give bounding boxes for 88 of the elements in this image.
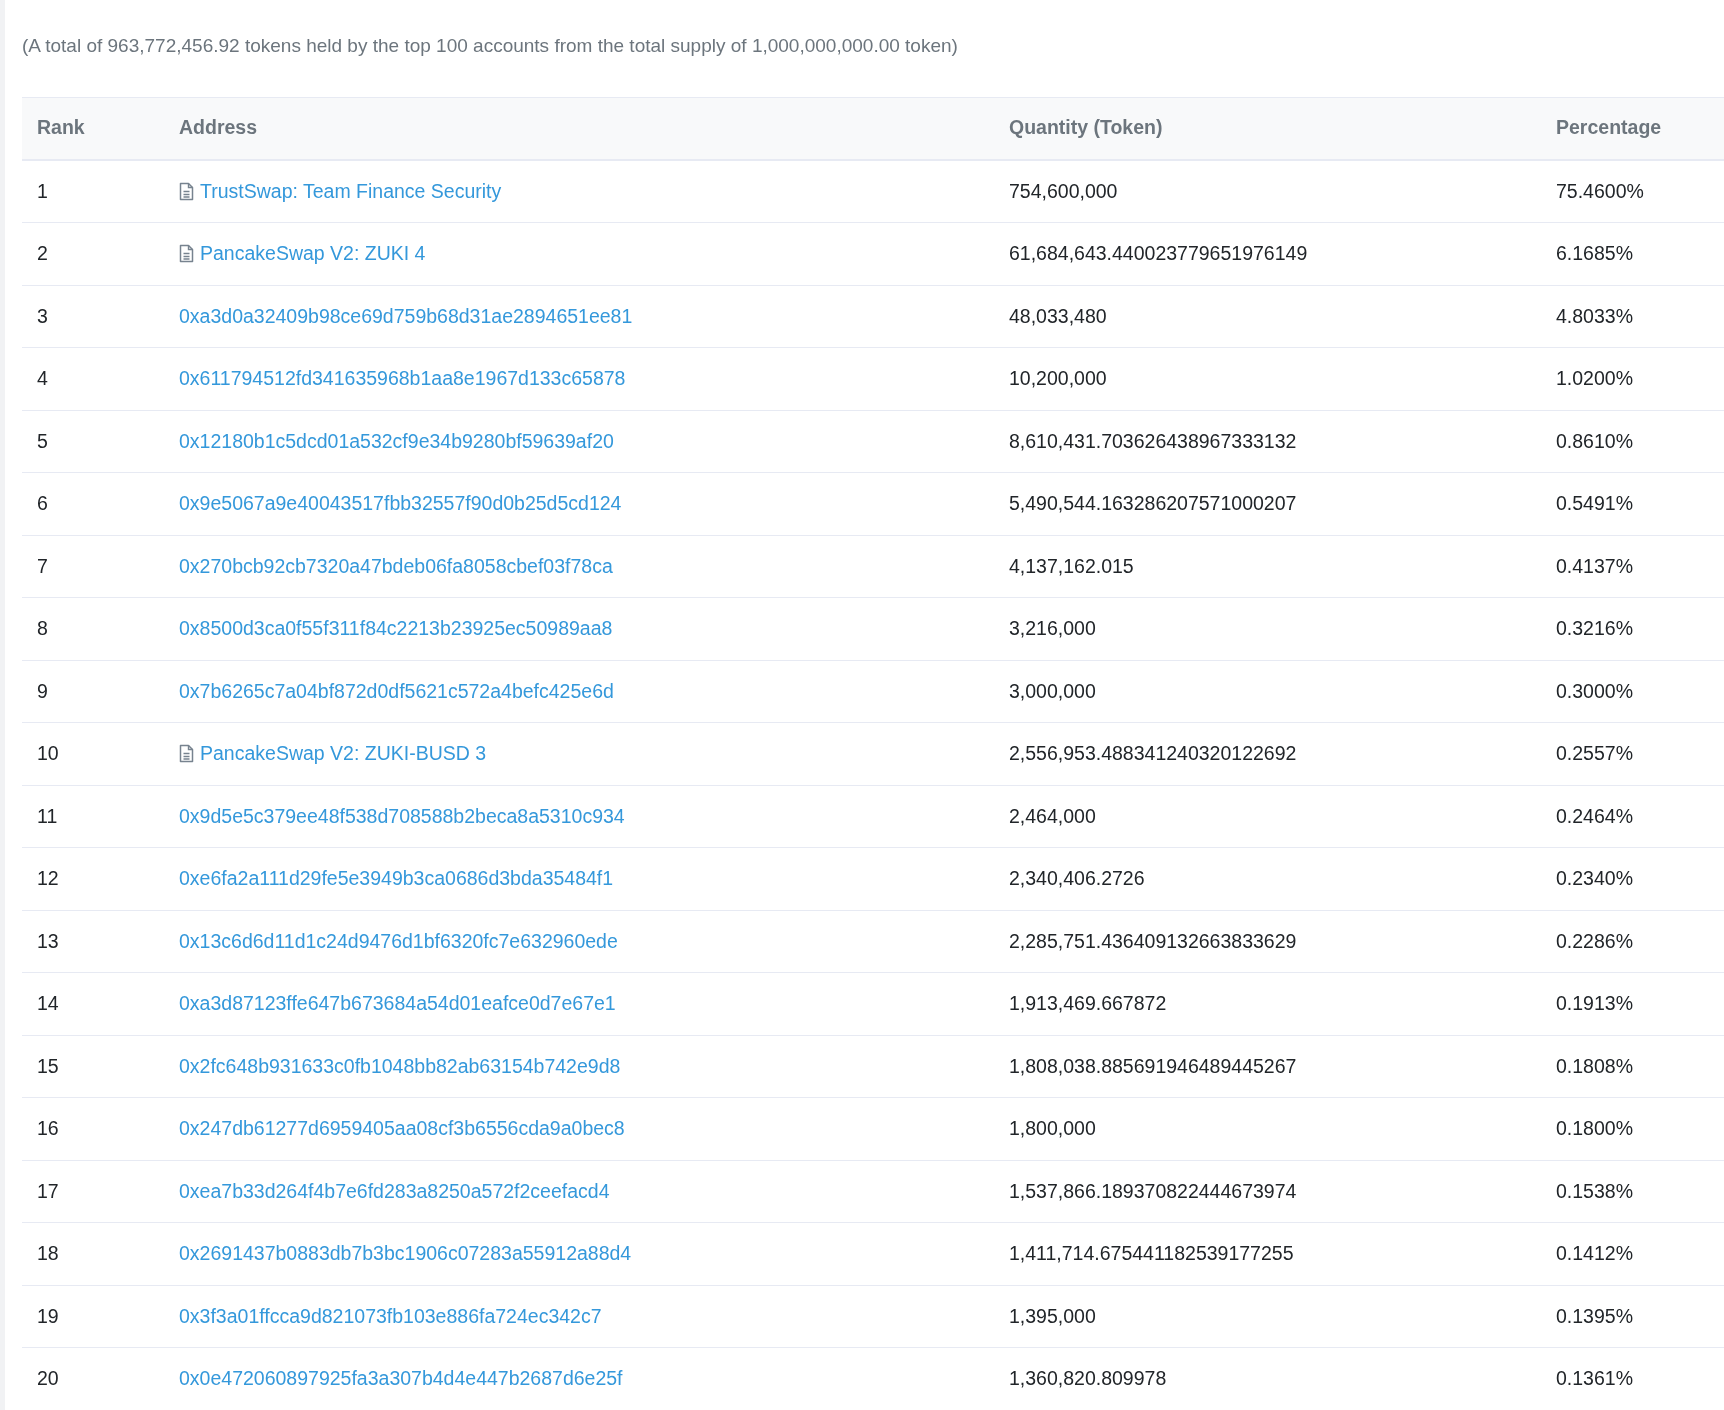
- quantity-cell: 1,800,000: [1009, 1117, 1096, 1140]
- rank-cell: 5: [37, 429, 48, 452]
- quantity-cell: 1,360,820.809978: [1009, 1367, 1167, 1390]
- address-link[interactable]: 0x9d5e5c379ee48f538d708588b2beca8a5310c934: [179, 801, 625, 831]
- column-header: Address: [179, 116, 258, 139]
- address-link[interactable]: 0xea7b33d264f4b7e6fd283a8250a572f2ceefacd4: [179, 1176, 610, 1206]
- percentage-cell: 0.2286%: [1556, 929, 1633, 952]
- quantity-cell: 61,684,643.440023779651976149: [1009, 242, 1308, 265]
- rank-cell: 11: [37, 804, 58, 827]
- percentage-cell: 0.1538%: [1556, 1179, 1633, 1202]
- address-link[interactable]: 0x7b6265c7a04bf872d0df5621c572a4befc425e6d: [179, 676, 614, 706]
- rank-cell: 13: [37, 929, 59, 952]
- contract-link[interactable]: TrustSwap: Team Finance Security: [200, 176, 502, 206]
- rank-cell: 6: [37, 492, 48, 515]
- quantity-cell: 2,464,000: [1009, 804, 1096, 827]
- rank-cell: 19: [37, 1304, 59, 1327]
- percentage-cell: 75.4600%: [1556, 179, 1644, 202]
- address-link[interactable]: 0x3f3a01ffcca9d821073fb103e886fa724ec342c7: [179, 1301, 602, 1331]
- rank-cell: 7: [37, 554, 48, 577]
- address-link[interactable]: 0x12180b1c5dcd01a532cf9e34b9280bf59639af20: [179, 426, 614, 456]
- quantity-cell: 1,808,038.885691946489445267: [1009, 1054, 1297, 1077]
- rank-cell: 8: [37, 617, 48, 640]
- address-link[interactable]: 0x9e5067a9e40043517fbb32557f90d0b25d5cd124: [179, 489, 622, 519]
- contract-link[interactable]: PancakeSwap V2: ZUKI-BUSD 3: [200, 739, 487, 769]
- rank-cell: 2: [37, 242, 48, 265]
- address-link[interactable]: 0x247db61277d6959405aa08cf3b6556cda9a0bec8: [179, 1114, 625, 1144]
- quantity-cell: 8,610,431.703626438967333132: [1009, 429, 1297, 452]
- percentage-cell: 0.3000%: [1556, 679, 1633, 702]
- quantity-cell: 4,137,162.015: [1009, 554, 1134, 577]
- percentage-cell: 0.4137%: [1556, 554, 1633, 577]
- address-link[interactable]: 0x270bcb92cb7320a47bdeb06fa8058cbef03f78ca: [179, 551, 613, 581]
- percentage-cell: 0.5491%: [1556, 492, 1633, 515]
- percentage-cell: 4.8033%: [1556, 304, 1633, 327]
- address-link[interactable]: 0x611794512fd341635968b1aa8e1967d133c65878: [179, 364, 626, 394]
- column-header: Percentage: [1556, 116, 1662, 139]
- percentage-cell: 0.8610%: [1556, 429, 1633, 452]
- document-icon: [179, 744, 194, 764]
- percentage-cell: 0.3216%: [1556, 617, 1633, 640]
- address-link[interactable]: 0x8500d3ca0f55f311f84c2213b23925ec50989aa8: [179, 614, 613, 644]
- percentage-cell: 0.2557%: [1556, 742, 1633, 765]
- percentage-cell: 0.2340%: [1556, 867, 1633, 890]
- summary-text: (A total of 963,772,456.92 tokens held by the top 100 accounts from the total supply of 1,000,000,000.00 token): [22, 34, 959, 58]
- rank-cell: 1: [37, 179, 48, 202]
- quantity-cell: 1,537,866.189370822444673974: [1009, 1179, 1297, 1202]
- address-link[interactable]: 0xe6fa2a111d29fe5e3949b3ca0686d3bda35484f1: [179, 864, 614, 894]
- percentage-cell: 0.1808%: [1556, 1054, 1633, 1077]
- quantity-cell: 2,285,751.436409132663833629: [1009, 929, 1297, 952]
- rank-cell: 18: [37, 1242, 59, 1265]
- percentage-cell: 0.1361%: [1556, 1367, 1633, 1390]
- column-header: Rank: [37, 116, 85, 139]
- rank-cell: 17: [37, 1179, 59, 1202]
- rank-cell: 16: [37, 1117, 59, 1140]
- quantity-cell: 10,200,000: [1009, 367, 1107, 390]
- address-link[interactable]: 0x13c6d6d11d1c24d9476d1bf6320fc7e632960ede: [179, 926, 618, 956]
- percentage-cell: 1.0200%: [1556, 367, 1633, 390]
- rank-cell: 10: [37, 742, 59, 765]
- column-header: Quantity (Token): [1009, 116, 1163, 139]
- address-link[interactable]: 0x0e472060897925fa3a307b4d4e447b2687d6e25f: [179, 1364, 623, 1394]
- percentage-cell: 0.2464%: [1556, 804, 1633, 827]
- quantity-cell: 1,913,469.667872: [1009, 992, 1167, 1015]
- percentage-cell: 0.1800%: [1556, 1117, 1633, 1140]
- quantity-cell: 5,490,544.163286207571000207: [1009, 492, 1297, 515]
- percentage-cell: 0.1913%: [1556, 992, 1633, 1015]
- document-icon: [179, 244, 194, 264]
- quantity-cell: 3,216,000: [1009, 617, 1096, 640]
- rank-cell: 14: [37, 992, 59, 1015]
- percentage-cell: 0.1412%: [1556, 1242, 1633, 1265]
- address-link[interactable]: 0x2691437b0883db7b3bc1906c07283a55912a88d4: [179, 1239, 632, 1269]
- quantity-cell: 2,556,953.488341240320122692: [1009, 742, 1297, 765]
- quantity-cell: 48,033,480: [1009, 304, 1107, 327]
- address-link[interactable]: 0xa3d87123ffe647b673684a54d01eafce0d7e67e1: [179, 989, 616, 1019]
- rank-cell: 3: [37, 304, 48, 327]
- rank-cell: 9: [37, 679, 48, 702]
- contract-link[interactable]: PancakeSwap V2: ZUKI 4: [200, 239, 426, 269]
- document-icon: [179, 181, 194, 201]
- address-link[interactable]: 0x2fc648b931633c0fb1048bb82ab63154b742e9d8: [179, 1051, 621, 1081]
- percentage-cell: 0.1395%: [1556, 1304, 1633, 1327]
- rank-cell: 20: [37, 1367, 59, 1390]
- rank-cell: 12: [37, 867, 59, 890]
- rank-cell: 4: [37, 367, 48, 390]
- percentage-cell: 6.1685%: [1556, 242, 1633, 265]
- rank-cell: 15: [37, 1054, 59, 1077]
- quantity-cell: 2,340,406.2726: [1009, 867, 1145, 890]
- quantity-cell: 754,600,000: [1009, 179, 1118, 202]
- quantity-cell: 3,000,000: [1009, 679, 1096, 702]
- quantity-cell: 1,395,000: [1009, 1304, 1096, 1327]
- address-link[interactable]: 0xa3d0a32409b98ce69d759b68d31ae2894651ee81: [179, 301, 633, 331]
- quantity-cell: 1,411,714.675441182539177255: [1009, 1242, 1294, 1265]
